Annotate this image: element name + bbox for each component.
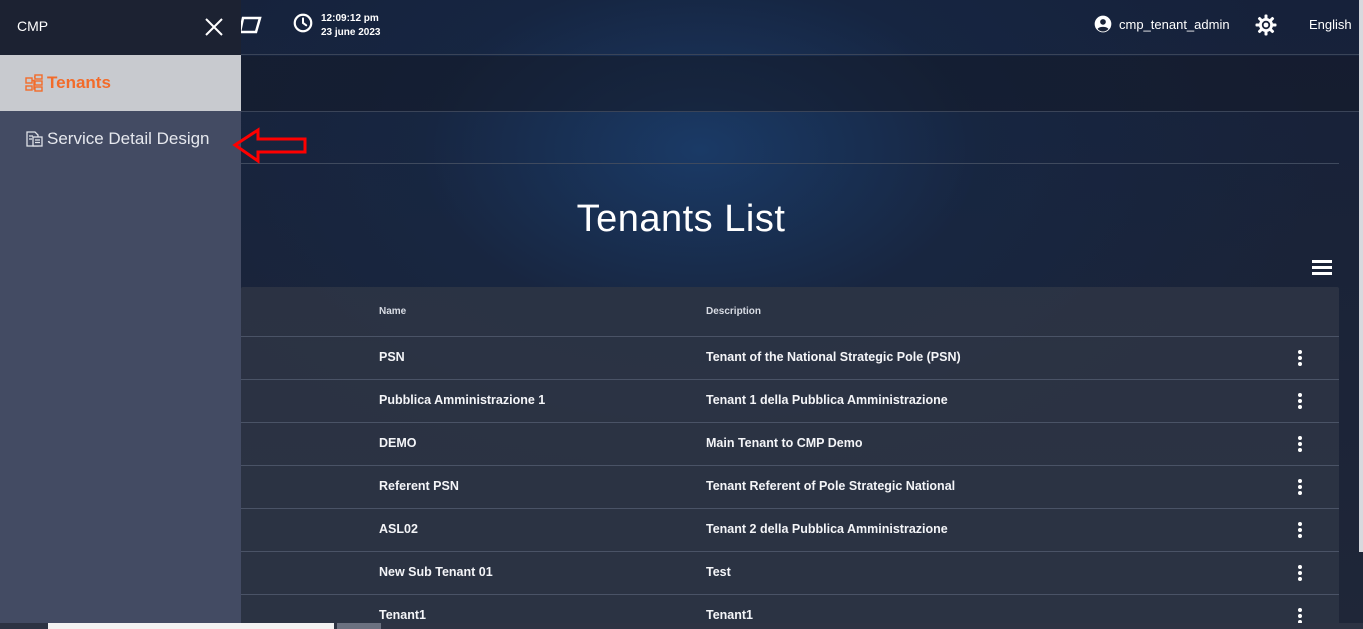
sidebar-item-label: Service Detail Design [47, 129, 210, 148]
logo-icon [240, 16, 262, 34]
table-row[interactable]: DEMO Main Tenant to CMP Demo [241, 423, 1339, 466]
section-divider [241, 163, 1339, 164]
sidebar-item-label: Tenants [47, 73, 111, 92]
sidebar-item-tenants[interactable]: Tenants [0, 55, 241, 111]
column-header-name[interactable]: Name [379, 306, 406, 317]
tenant-name-cell: New Sub Tenant 01 [379, 565, 493, 579]
row-actions-kebab-icon[interactable] [1293, 565, 1307, 583]
table-row[interactable]: ASL02 Tenant 2 della Pubblica Amministraz… [241, 509, 1339, 552]
row-actions-kebab-icon[interactable] [1293, 522, 1307, 540]
sidebar-title: CMP [17, 18, 49, 34]
table-row[interactable]: Referent PSN Tenant Referent of Pole Stra… [241, 466, 1339, 509]
account-circle-icon [1094, 15, 1112, 33]
row-actions-kebab-icon[interactable] [1293, 479, 1307, 497]
tenant-name-cell: Tenant1 [379, 608, 426, 622]
scrollbar-thumb[interactable] [48, 623, 334, 629]
tenants-table: Name Description PSN Tenant of the Nation… [241, 287, 1339, 629]
settings-gear-icon[interactable] [1254, 13, 1278, 37]
tenant-description-cell: Test [706, 565, 731, 579]
clock-time: 12:09:12 pm [321, 13, 379, 24]
clock-date: 23 june 2023 [321, 27, 381, 38]
column-header-description[interactable]: Description [706, 306, 761, 317]
table-row[interactable]: Pubblica Amministrazione 1 Tenant 1 della… [241, 380, 1339, 423]
tenant-name-cell: Pubblica Amministrazione 1 [379, 393, 546, 407]
tenant-name-cell: DEMO [379, 436, 417, 450]
tenant-name-cell: ASL02 [379, 522, 418, 536]
row-actions-kebab-icon[interactable] [1293, 350, 1307, 368]
username: cmp_tenant_admin [1119, 16, 1230, 32]
table-menu-hamburger-icon[interactable] [1312, 260, 1332, 276]
sidebar-header: CMP [0, 0, 241, 55]
document-icon [26, 131, 43, 147]
clock-icon [293, 13, 313, 33]
close-icon[interactable] [203, 16, 225, 38]
tenant-description-cell: Tenant 2 della Pubblica Amministrazione [706, 522, 948, 536]
tenant-description-cell: Tenant1 [706, 608, 753, 622]
clock-readout: 12:09:12 pm 23 june 2023 [321, 12, 380, 40]
tenant-name-cell: Referent PSN [379, 479, 459, 493]
row-actions-kebab-icon[interactable] [1293, 393, 1307, 411]
tenant-description-cell: Main Tenant to CMP Demo [706, 436, 863, 450]
table-row[interactable]: PSN Tenant of the National Strategic Pole… [241, 337, 1339, 380]
user-menu[interactable]: cmp_tenant_admin [1093, 14, 1230, 34]
sidebar-drawer: CMP Tenants Service Detail Design [0, 0, 241, 629]
table-header: Name Description [241, 287, 1339, 337]
sidebar-item-service-detail-design[interactable]: Service Detail Design [0, 111, 241, 167]
tenant-description-cell: Tenant 1 della Pubblica Amministrazione [706, 393, 948, 407]
tenants-icon [25, 74, 43, 92]
language-selector[interactable]: English [1309, 17, 1352, 32]
table-row[interactable]: New Sub Tenant 01 Test [241, 552, 1339, 595]
annotation-arrow-icon [232, 127, 307, 164]
horizontal-scrollbar[interactable] [0, 623, 1363, 629]
scrollbar-segment[interactable] [337, 623, 381, 629]
tenant-name-cell: PSN [379, 350, 405, 364]
table-body: PSN Tenant of the National Strategic Pole… [241, 337, 1339, 629]
page-title: Tenants List [576, 198, 786, 240]
tenant-description-cell: Tenant of the National Strategic Pole (P… [706, 350, 961, 364]
vertical-scrollbar[interactable] [1359, 0, 1363, 552]
tenant-description-cell: Tenant Referent of Pole Strategic Nation… [706, 479, 956, 493]
row-actions-kebab-icon[interactable] [1293, 436, 1307, 454]
